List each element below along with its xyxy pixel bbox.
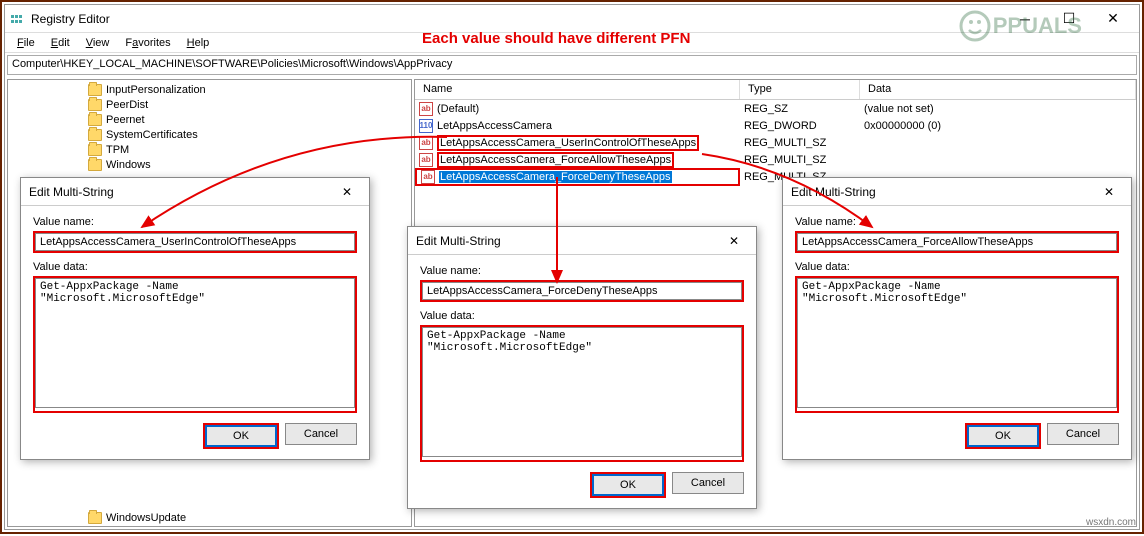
value-name-label: Value name: <box>420 265 744 277</box>
dialog-close-button[interactable]: ✕ <box>333 182 361 202</box>
dialog-titlebar[interactable]: Edit Multi-String ✕ <box>783 178 1131 206</box>
list-row[interactable]: ab(Default) REG_SZ (value not set) <box>415 100 1136 117</box>
reg-sz-icon: ab <box>419 102 433 116</box>
menu-view[interactable]: View <box>78 35 118 51</box>
dialog-titlebar[interactable]: Edit Multi-String ✕ <box>408 227 756 255</box>
reg-multisz-icon: ab <box>421 170 435 184</box>
close-button[interactable]: ✕ <box>1091 5 1135 33</box>
value-data-label: Value data: <box>420 310 744 322</box>
edit-multistring-dialog-1: Edit Multi-String ✕ Value name: Value da… <box>20 177 370 460</box>
list-row[interactable]: abLetAppsAccessCamera_UserInControlOfThe… <box>415 134 1136 151</box>
tree-item[interactable]: WindowsUpdate <box>88 512 186 524</box>
folder-icon <box>88 84 102 96</box>
list-row[interactable]: abLetAppsAccessCamera_ForceAllowTheseApp… <box>415 151 1136 168</box>
menu-favorites[interactable]: Favorites <box>117 35 178 51</box>
folder-icon <box>88 512 102 524</box>
menu-edit[interactable]: Edit <box>43 35 78 51</box>
dialog-close-button[interactable]: ✕ <box>720 231 748 251</box>
edit-multistring-dialog-3: Edit Multi-String ✕ Value name: Value da… <box>782 177 1132 460</box>
list-header: Name Type Data <box>415 80 1136 100</box>
reg-multisz-icon: ab <box>419 136 433 150</box>
menu-help[interactable]: Help <box>179 35 218 51</box>
tree-item[interactable]: SystemCertificates <box>88 127 411 142</box>
folder-icon <box>88 144 102 156</box>
address-bar[interactable]: Computer\HKEY_LOCAL_MACHINE\SOFTWARE\Pol… <box>7 55 1137 75</box>
folder-icon <box>88 99 102 111</box>
folder-icon <box>88 114 102 126</box>
value-data-textarea[interactable] <box>797 278 1117 408</box>
column-type[interactable]: Type <box>740 80 860 99</box>
window-title: Registry Editor <box>31 12 110 26</box>
ok-button[interactable]: OK <box>967 425 1039 447</box>
value-name-input[interactable] <box>422 282 742 300</box>
tree-item[interactable]: PeerDist <box>88 97 411 112</box>
value-data-label: Value data: <box>795 261 1119 273</box>
value-name-input[interactable] <box>797 233 1117 251</box>
column-data[interactable]: Data <box>860 80 1136 99</box>
ok-button[interactable]: OK <box>205 425 277 447</box>
list-row[interactable]: 110LetAppsAccessCamera REG_DWORD 0x00000… <box>415 117 1136 134</box>
edit-multistring-dialog-2: Edit Multi-String ✕ Value name: Value da… <box>407 226 757 509</box>
folder-icon <box>88 129 102 141</box>
cancel-button[interactable]: Cancel <box>285 423 357 445</box>
cancel-button[interactable]: Cancel <box>1047 423 1119 445</box>
dialog-close-button[interactable]: ✕ <box>1095 182 1123 202</box>
tree-item[interactable]: InputPersonalization <box>88 82 411 97</box>
appuals-logo: PPUALS <box>959 10 1082 42</box>
value-name-label: Value name: <box>795 216 1119 228</box>
tree-item[interactable]: Peernet <box>88 112 411 127</box>
tree-item[interactable]: TPM <box>88 142 411 157</box>
reg-dword-icon: 110 <box>419 119 433 133</box>
dialog-titlebar[interactable]: Edit Multi-String ✕ <box>21 178 369 206</box>
annotation-text: Each value should have different PFN <box>422 30 690 47</box>
regedit-icon <box>9 11 25 27</box>
cancel-button[interactable]: Cancel <box>672 472 744 494</box>
value-data-textarea[interactable] <box>35 278 355 408</box>
reg-multisz-icon: ab <box>419 153 433 167</box>
watermark: wsxdn.com <box>1086 517 1136 528</box>
value-name-input[interactable] <box>35 233 355 251</box>
value-data-textarea[interactable] <box>422 327 742 457</box>
value-name-label: Value name: <box>33 216 357 228</box>
ok-button[interactable]: OK <box>592 474 664 496</box>
tree-item[interactable]: Windows <box>88 157 411 172</box>
folder-icon <box>88 159 102 171</box>
menu-file[interactable]: File <box>9 35 43 51</box>
column-name[interactable]: Name <box>415 80 740 99</box>
value-data-label: Value data: <box>33 261 357 273</box>
